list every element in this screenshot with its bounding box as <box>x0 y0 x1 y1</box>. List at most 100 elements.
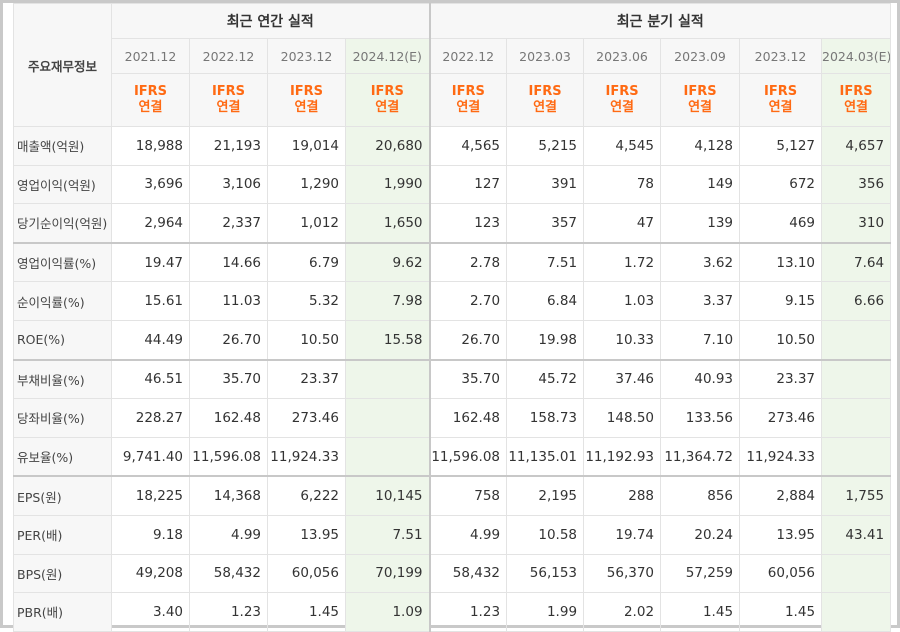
consolidated-label: 연결 <box>844 100 868 115</box>
table-cell: 23.37 <box>267 358 346 400</box>
consolidated-label: 연결 <box>610 100 634 115</box>
table-cell: 1.45 <box>267 592 346 632</box>
table-cell: 35.70 <box>428 358 508 400</box>
consolidated-label: 연결 <box>294 100 319 115</box>
group-header-row: 주요재무정보 최근 연간 실적 최근 분기 실적 <box>13 3 892 127</box>
table-row: 영업이익(억원) 3,696 3,106 1,290 1,990 127 391 78 149 6… <box>13 164 892 205</box>
period-header: 2023.03 <box>506 38 585 74</box>
period-header: 2023.12 <box>267 38 346 74</box>
table-cell: 469 <box>739 203 823 244</box>
ifrs-label: IFRS <box>683 84 717 99</box>
table-cell: 10.58 <box>506 514 585 555</box>
financial-table-body: 매출액(억원) 18,988 21,193 19,014 20,680 4,565 5,21… <box>13 126 892 632</box>
row-label: 순이익률(%) <box>13 281 112 321</box>
table-cell: 19.98 <box>506 319 585 361</box>
table-cell: 273.46 <box>739 398 823 438</box>
table-cell: 40.93 <box>660 358 741 400</box>
period-header: 2021.12 <box>111 38 190 74</box>
table-cell: 20,680 <box>344 126 431 166</box>
ifrs-label: IFRS <box>211 84 246 99</box>
table-cell: 228.27 <box>111 398 190 438</box>
accounting-standard-cell: IFRS 연결 <box>739 73 823 127</box>
table-cell: 10.50 <box>739 319 823 361</box>
table-cell <box>821 398 892 438</box>
table-cell: 162.48 <box>428 398 508 438</box>
table-cell: 856 <box>660 475 741 516</box>
table-cell: 6,222 <box>267 475 346 516</box>
table-cell: 15.58 <box>344 319 431 361</box>
consolidated-label: 연결 <box>456 100 481 115</box>
table-cell: 1.99 <box>506 592 585 632</box>
table-cell: 6.84 <box>506 281 585 321</box>
table-cell: 47 <box>583 203 662 244</box>
table-cell: 4,545 <box>583 126 662 166</box>
table-cell: 6.66 <box>821 281 892 321</box>
table-cell: 58,432 <box>189 553 268 594</box>
table-cell: 10,145 <box>344 475 431 516</box>
row-label: 영업이익률(%) <box>13 241 112 283</box>
consolidated-label: 연결 <box>375 100 400 115</box>
table-cell: 11,364.72 <box>660 436 741 477</box>
table-cell: 2,195 <box>506 475 585 516</box>
accounting-standard-cell: IFRS 연결 <box>506 73 585 127</box>
table-cell: 11,135.01 <box>506 436 585 477</box>
table-cell: 7.98 <box>344 281 431 321</box>
row-label: PER(배) <box>13 514 112 555</box>
table-cell: 11,192.93 <box>583 436 662 477</box>
table-cell: 11,596.08 <box>428 436 508 477</box>
table-cell: 4.99 <box>428 514 508 555</box>
table-cell: 20.24 <box>660 514 741 555</box>
period-header: 2022.12 <box>189 38 268 74</box>
table-cell: 357 <box>506 203 585 244</box>
table-cell: 13.95 <box>267 514 346 555</box>
table-cell: 7.51 <box>344 514 431 555</box>
row-label: 영업이익(억원) <box>13 164 112 205</box>
accounting-standard-cell: IFRS 연결 <box>428 73 508 127</box>
table-cell: 60,056 <box>267 553 346 594</box>
table-cell: 13.95 <box>739 514 823 555</box>
table-cell: 45.72 <box>506 358 585 400</box>
period-header: 2023.06 <box>583 38 662 74</box>
period-header: 2023.09 <box>660 38 741 74</box>
table-cell: 49,208 <box>111 553 190 594</box>
table-cell: 1,650 <box>344 203 431 244</box>
table-cell: 9.15 <box>739 281 823 321</box>
row-label: 유보율(%) <box>13 436 112 477</box>
table-cell: 4,128 <box>660 126 741 166</box>
table-cell: 1.03 <box>583 281 662 321</box>
table-cell: 310 <box>821 203 892 244</box>
row-label: EPS(원) <box>13 475 112 516</box>
table-cell: 758 <box>428 475 508 516</box>
table-row: BPS(원) 49,208 58,432 60,056 70,199 58,432 56,1… <box>13 553 892 594</box>
table-cell: 1.23 <box>428 592 508 632</box>
table-cell: 56,370 <box>583 553 662 594</box>
accounting-standard-cell: IFRS 연결 <box>189 73 268 127</box>
quarter-group-header: 최근 분기 실적 <box>428 3 892 39</box>
row-label: 당기순이익(억원) <box>13 203 112 244</box>
table-cell <box>821 436 892 477</box>
row-label: 부채비율(%) <box>13 358 112 400</box>
table-cell: 4.99 <box>189 514 268 555</box>
table-cell: 1.72 <box>583 241 662 283</box>
financial-table: 주요재무정보 최근 연간 실적 최근 분기 실적 2021.12 2022.12 2… <box>13 3 892 632</box>
table-cell <box>344 398 431 438</box>
table-cell: 14.66 <box>189 241 268 283</box>
table-cell: 18,225 <box>111 475 190 516</box>
table-cell: 162.48 <box>189 398 268 438</box>
table-cell: 44.49 <box>111 319 190 361</box>
table-cell: 2,884 <box>739 475 823 516</box>
consolidated-label: 연결 <box>533 100 557 115</box>
table-cell: 2.78 <box>428 241 508 283</box>
table-cell: 133.56 <box>660 398 741 438</box>
table-cell: 21,193 <box>189 126 268 166</box>
table-cell: 2,337 <box>189 203 268 244</box>
table-cell <box>821 358 892 400</box>
table-cell: 26.70 <box>428 319 508 361</box>
table-cell: 7.10 <box>660 319 741 361</box>
table-cell: 19,014 <box>267 126 346 166</box>
ifrs-label: IFRS <box>451 84 485 99</box>
table-row: 매출액(억원) 18,988 21,193 19,014 20,680 4,565 5,21… <box>13 126 892 166</box>
table-cell: 11,924.33 <box>739 436 823 477</box>
row-label: 당좌비율(%) <box>13 398 112 438</box>
table-cell: 2.70 <box>428 281 508 321</box>
